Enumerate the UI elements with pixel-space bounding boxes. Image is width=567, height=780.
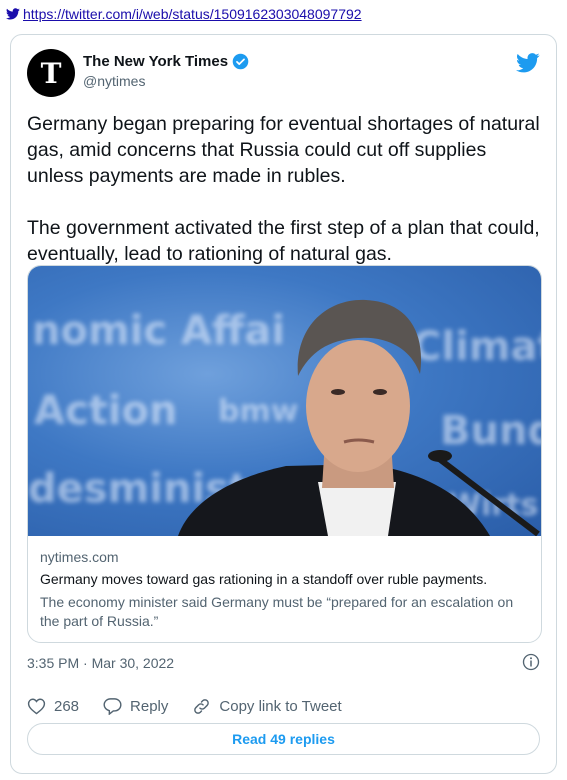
author-name-row: The New York Times bbox=[83, 53, 249, 70]
tweet-actions: 268 Reply Copy link to Tweet bbox=[27, 695, 540, 717]
twitter-logo-icon[interactable] bbox=[516, 53, 540, 73]
tweet-paragraph: Germany began preparing for eventual sho… bbox=[27, 113, 540, 187]
source-link[interactable]: https://twitter.com/i/web/status/1509162… bbox=[6, 6, 362, 22]
article-photo: nomic Affai Action bmw Climate Bund desm… bbox=[28, 266, 541, 536]
source-url[interactable]: https://twitter.com/i/web/status/1509162… bbox=[23, 6, 362, 22]
tweet-card: T The New York Times @nytimes Germany be… bbox=[10, 34, 557, 774]
link-domain: nytimes.com bbox=[40, 549, 119, 565]
author-info: The New York Times @nytimes bbox=[83, 53, 249, 89]
link-icon bbox=[194, 698, 210, 714]
link-preview-card[interactable]: nomic Affai Action bmw Climate Bund desm… bbox=[27, 265, 542, 643]
link-description: The economy minister said Germany must b… bbox=[40, 594, 514, 629]
avatar-glyph: T bbox=[40, 56, 62, 90]
twitter-bird-icon bbox=[6, 8, 20, 20]
heart-icon bbox=[27, 698, 46, 715]
read-replies-button[interactable]: Read 49 replies bbox=[27, 723, 540, 755]
tweet-text: Germany began preparing for eventual sho… bbox=[27, 111, 540, 267]
like-count: 268 bbox=[54, 697, 80, 715]
tweet-timestamp[interactable]: 3:35 PM · Mar 30, 2022 bbox=[27, 655, 174, 671]
tweet-paragraph: The government activated the first step … bbox=[27, 217, 540, 265]
copy-link-action[interactable]: Copy link to Tweet bbox=[192, 697, 342, 716]
reply-icon bbox=[103, 698, 122, 715]
avatar[interactable]: T bbox=[27, 49, 75, 97]
link-title[interactable]: Germany moves toward gas rationing in a … bbox=[40, 571, 529, 587]
tweet-header: T The New York Times @nytimes bbox=[27, 49, 540, 97]
author-handle[interactable]: @nytimes bbox=[83, 73, 249, 89]
like-action[interactable]: 268 bbox=[27, 697, 79, 715]
reply-label: Reply bbox=[130, 697, 169, 715]
copy-link-label: Copy link to Tweet bbox=[219, 697, 342, 715]
info-icon[interactable] bbox=[522, 653, 540, 671]
link-card-body: nytimes.com Germany moves toward gas rat… bbox=[40, 549, 529, 631]
author-display-name[interactable]: The New York Times bbox=[83, 53, 228, 70]
reply-action[interactable]: Reply bbox=[103, 697, 168, 715]
verified-badge-icon bbox=[232, 53, 249, 70]
person-photo bbox=[178, 299, 540, 536]
